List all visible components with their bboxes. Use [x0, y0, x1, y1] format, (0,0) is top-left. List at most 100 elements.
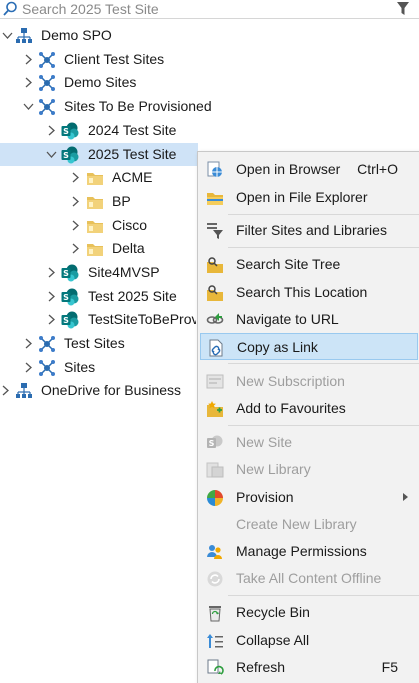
menu-item-label: New Subscription	[236, 373, 345, 389]
menu-item-label: Search Site Tree	[236, 256, 341, 272]
library-folder-icon	[86, 169, 104, 187]
menu-item-label: Open in Browser	[236, 161, 341, 177]
library-folder-icon	[86, 193, 104, 211]
tree-item-delta[interactable]: Delta	[0, 237, 196, 260]
menu-item-copy-as-link[interactable]: Copy as Link	[200, 333, 418, 360]
chevron-down-icon[interactable]	[23, 101, 34, 112]
menu-item-new-library[interactable]: New Library	[200, 456, 418, 483]
sharepoint-icon	[61, 264, 79, 282]
menu-item-add-to-favourites[interactable]: Add to Favourites	[200, 395, 418, 422]
tree-item-label: Sites To Be Provisioned	[64, 98, 212, 114]
chevron-down-icon[interactable]	[2, 30, 13, 41]
tree-item-demo-sites[interactable]: Demo Sites	[0, 71, 419, 94]
tree-item-client-test-sites[interactable]: Client Test Sites	[0, 48, 419, 71]
filter-icon[interactable]	[397, 2, 409, 16]
menu-item-recycle-bin[interactable]: Recycle Bin	[200, 599, 418, 626]
tree-item-2025-test-site[interactable]: 2025 Test Site	[0, 143, 198, 166]
chevron-right-icon[interactable]	[46, 291, 57, 302]
subscription-icon	[206, 374, 224, 389]
menu-item-label: Provision	[236, 489, 294, 505]
tree-item-2024-test-site[interactable]: 2024 Test Site	[0, 119, 419, 142]
tree-item-label: Test 2025 Site	[88, 288, 177, 304]
tree-item-label: OneDrive for Business	[41, 382, 182, 398]
menu-item-provision[interactable]: Provision	[200, 484, 418, 511]
menu-item-label: Take All Content Offline	[236, 570, 382, 586]
collapse-all-icon	[207, 634, 223, 648]
users-icon	[207, 545, 222, 559]
menu-separator	[228, 247, 419, 248]
menu-item-label: Refresh	[236, 659, 286, 675]
sharepoint-icon	[61, 288, 79, 306]
tree-item-label: Sites	[64, 359, 96, 375]
tree-item-label: ACME	[112, 169, 153, 185]
provision-pie-icon	[207, 490, 223, 506]
menu-item-label: Create New Library	[236, 516, 357, 532]
offline-sync-icon	[207, 571, 223, 587]
context-menu: Open in Browser Ctrl+O Open in File Expl…	[197, 151, 419, 683]
menu-item-search-site-tree[interactable]: Search Site Tree	[200, 251, 418, 278]
network-icon	[38, 359, 56, 377]
tree-item-sites-to-be-provisioned[interactable]: Sites To Be Provisioned	[0, 95, 419, 118]
tree-item-site4mvsp[interactable]: Site4MVSP	[0, 261, 196, 284]
chevron-right-icon[interactable]	[23, 54, 34, 65]
search-bar[interactable]: Search 2025 Test Site	[0, 0, 419, 19]
menu-item-open-in-browser[interactable]: Open in Browser Ctrl+O	[200, 156, 418, 183]
tree-item-cisco[interactable]: Cisco	[0, 214, 196, 237]
tree-item-bp[interactable]: BP	[0, 190, 196, 213]
menu-separator	[228, 214, 419, 215]
tree-item-acme[interactable]: ACME	[0, 166, 196, 189]
menu-item-filter-sites[interactable]: Filter Sites and Libraries	[200, 217, 418, 244]
refresh-icon	[207, 659, 224, 675]
tree-item-testsitetobeprov[interactable]: TestSiteToBeProv	[0, 308, 196, 331]
menu-item-open-in-file-explorer[interactable]: Open in File Explorer	[200, 184, 418, 211]
tree-item-sites[interactable]: Sites	[0, 356, 196, 379]
tree-item-demo-spo[interactable]: Demo SPO	[0, 24, 419, 47]
menu-item-label: Filter Sites and Libraries	[236, 222, 387, 238]
network-icon	[38, 98, 56, 116]
tree-item-label: TestSiteToBeProv	[88, 311, 196, 327]
chevron-right-icon[interactable]	[46, 314, 57, 325]
menu-item-label: Manage Permissions	[236, 543, 367, 559]
browser-icon	[207, 161, 222, 177]
search-folder-icon	[207, 285, 223, 301]
menu-item-new-subscription[interactable]: New Subscription	[200, 368, 418, 395]
chevron-right-icon[interactable]	[70, 196, 81, 207]
folder-icon	[207, 193, 223, 205]
tree-item-label: 2025 Test Site	[88, 146, 177, 162]
chevron-right-icon[interactable]	[70, 220, 81, 231]
menu-item-create-new-library[interactable]: Create New Library	[200, 511, 418, 538]
menu-item-refresh[interactable]: Refresh F5	[200, 654, 418, 681]
search-icon	[3, 1, 17, 16]
menu-item-navigate-to-url[interactable]: Navigate to URL	[200, 306, 418, 333]
chevron-right-icon[interactable]	[23, 362, 34, 373]
chevron-right-icon[interactable]	[70, 243, 81, 254]
chevron-right-icon[interactable]	[23, 77, 34, 88]
menu-item-collapse-all[interactable]: Collapse All	[200, 627, 418, 654]
network-icon	[38, 51, 56, 69]
menu-item-label: Navigate to URL	[236, 311, 339, 327]
tree-item-test-2025-site[interactable]: Test 2025 Site	[0, 285, 196, 308]
tree-item-onedrive[interactable]: OneDrive for Business	[0, 379, 196, 402]
menu-item-label: New Site	[236, 434, 293, 450]
menu-item-take-offline[interactable]: Take All Content Offline	[200, 565, 418, 592]
menu-item-manage-permissions[interactable]: Manage Permissions	[200, 538, 418, 565]
tree-item-label: Site4MVSP	[88, 264, 160, 280]
chevron-right-icon[interactable]	[46, 267, 57, 278]
chevron-down-icon[interactable]	[46, 149, 57, 160]
search-folder-icon	[207, 257, 223, 273]
new-library-icon	[206, 462, 224, 478]
tree-item-label: Cisco	[112, 217, 148, 233]
chevron-right-icon[interactable]	[70, 172, 81, 183]
search-input[interactable]: Search 2025 Test Site	[22, 0, 159, 18]
chevron-right-icon[interactable]	[23, 338, 34, 349]
menu-item-label: Add to Favourites	[236, 400, 346, 416]
tree-item-label: Test Sites	[64, 335, 125, 351]
link-arrow-icon	[206, 313, 224, 324]
chevron-right-icon[interactable]	[46, 125, 57, 136]
tree-item-test-sites[interactable]: Test Sites	[0, 332, 196, 355]
chevron-right-icon[interactable]	[0, 385, 11, 396]
menu-item-search-this-location[interactable]: Search This Location	[200, 279, 418, 306]
menu-item-label: Recycle Bin	[236, 604, 310, 620]
menu-item-new-site[interactable]: S New Site	[200, 429, 418, 456]
menu-separator	[228, 363, 419, 364]
